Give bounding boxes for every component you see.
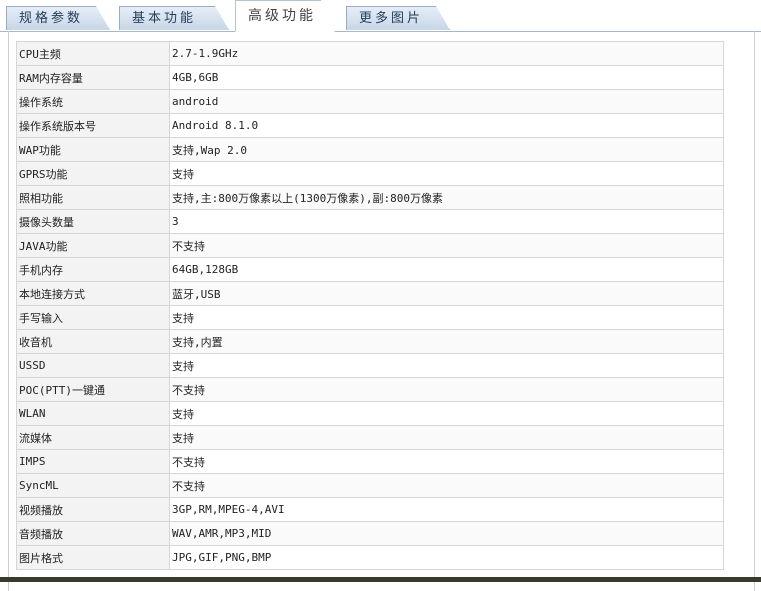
spec-key: GPRS功能 (16, 161, 170, 186)
spec-key: 收音机 (16, 329, 170, 354)
spec-value: 蓝牙,USB (169, 281, 724, 306)
spec-value: 支持 (169, 305, 724, 330)
table-row: 手写输入 支持 (16, 305, 724, 330)
table-row: JAVA功能 不支持 (16, 233, 724, 258)
table-row: CPU主频 2.7-1.9GHz (16, 41, 724, 66)
table-row: WAP功能 支持,Wap 2.0 (16, 137, 724, 162)
spec-value: 支持 (169, 353, 724, 378)
table-row: 本地连接方式 蓝牙,USB (16, 281, 724, 306)
spec-key: 视频播放 (16, 497, 170, 522)
spec-table: CPU主频 2.7-1.9GHz RAM内存容量 4GB,6GB 操作系统 andro… (16, 41, 724, 570)
table-row: 手机内存 64GB,128GB (16, 257, 724, 282)
table-row: POC(PTT)一键通 不支持 (16, 377, 724, 402)
spec-value: 64GB,128GB (169, 257, 724, 282)
spec-value: 支持,主:800万像素以上(1300万像素),副:800万像素 (169, 185, 724, 210)
spec-value: JPG,GIF,PNG,BMP (169, 545, 724, 570)
table-row: 操作系统版本号 Android 8.1.0 (16, 113, 724, 138)
spec-key: 手写输入 (16, 305, 170, 330)
table-row: 音频播放 WAV,AMR,MP3,MID (16, 521, 724, 546)
spec-key: 音频播放 (16, 521, 170, 546)
spec-key: 图片格式 (16, 545, 170, 570)
table-row: USSD 支持 (16, 353, 724, 378)
table-row: 操作系统 android (16, 89, 724, 114)
spec-value: 不支持 (169, 233, 724, 258)
spec-value: 不支持 (169, 377, 724, 402)
spec-key: 手机内存 (16, 257, 170, 282)
tab-bar: 规格参数 基本功能 高级功能 更多图片 (0, 0, 761, 32)
spec-value: 支持,内置 (169, 329, 724, 354)
spec-value: 4GB,6GB (169, 65, 724, 90)
table-row: RAM内存容量 4GB,6GB (16, 65, 724, 90)
spec-value: WAV,AMR,MP3,MID (169, 521, 724, 546)
spec-key: JAVA功能 (16, 233, 170, 258)
spec-value: 2.7-1.9GHz (169, 41, 724, 66)
table-row: GPRS功能 支持 (16, 161, 724, 186)
tab-more-images[interactable]: 更多图片 (346, 6, 450, 30)
spec-value: Android 8.1.0 (169, 113, 724, 138)
spec-value: 支持 (169, 401, 724, 426)
spec-key: SyncML (16, 473, 170, 498)
spec-key: RAM内存容量 (16, 65, 170, 90)
spec-value: 不支持 (169, 473, 724, 498)
spec-value: 3GP,RM,MPEG-4,AVI (169, 497, 724, 522)
spec-key: 摄像头数量 (16, 209, 170, 234)
spec-key: 照相功能 (16, 185, 170, 210)
table-row: 视频播放 3GP,RM,MPEG-4,AVI (16, 497, 724, 522)
table-row: 照相功能 支持,主:800万像素以上(1300万像素),副:800万像素 (16, 185, 724, 210)
spec-key: 操作系统版本号 (16, 113, 170, 138)
spec-value: 支持 (169, 425, 724, 450)
tab-basic-features[interactable]: 基本功能 (119, 6, 229, 30)
table-row: SyncML 不支持 (16, 473, 724, 498)
spec-key: WLAN (16, 401, 170, 426)
table-row: IMPS 不支持 (16, 449, 724, 474)
spec-key: 本地连接方式 (16, 281, 170, 306)
spec-key: CPU主频 (16, 41, 170, 66)
table-row: WLAN 支持 (16, 401, 724, 426)
bottom-edge-bar (0, 577, 761, 582)
spec-key: WAP功能 (16, 137, 170, 162)
spec-value: 不支持 (169, 449, 724, 474)
spec-value: android (169, 89, 724, 114)
table-row: 收音机 支持,内置 (16, 329, 724, 354)
table-row: 图片格式 JPG,GIF,PNG,BMP (16, 545, 724, 570)
spec-value: 支持,Wap 2.0 (169, 137, 724, 162)
table-row: 流媒体 支持 (16, 425, 724, 450)
table-row: 摄像头数量 3 (16, 209, 724, 234)
spec-key: POC(PTT)一键通 (16, 377, 170, 402)
spec-key: IMPS (16, 449, 170, 474)
spec-value: 支持 (169, 161, 724, 186)
spec-value: 3 (169, 209, 724, 234)
spec-key: USSD (16, 353, 170, 378)
tab-advanced-features[interactable]: 高级功能 (235, 0, 335, 32)
tab-specs[interactable]: 规格参数 (6, 6, 110, 30)
spec-key: 操作系统 (16, 89, 170, 114)
spec-key: 流媒体 (16, 425, 170, 450)
